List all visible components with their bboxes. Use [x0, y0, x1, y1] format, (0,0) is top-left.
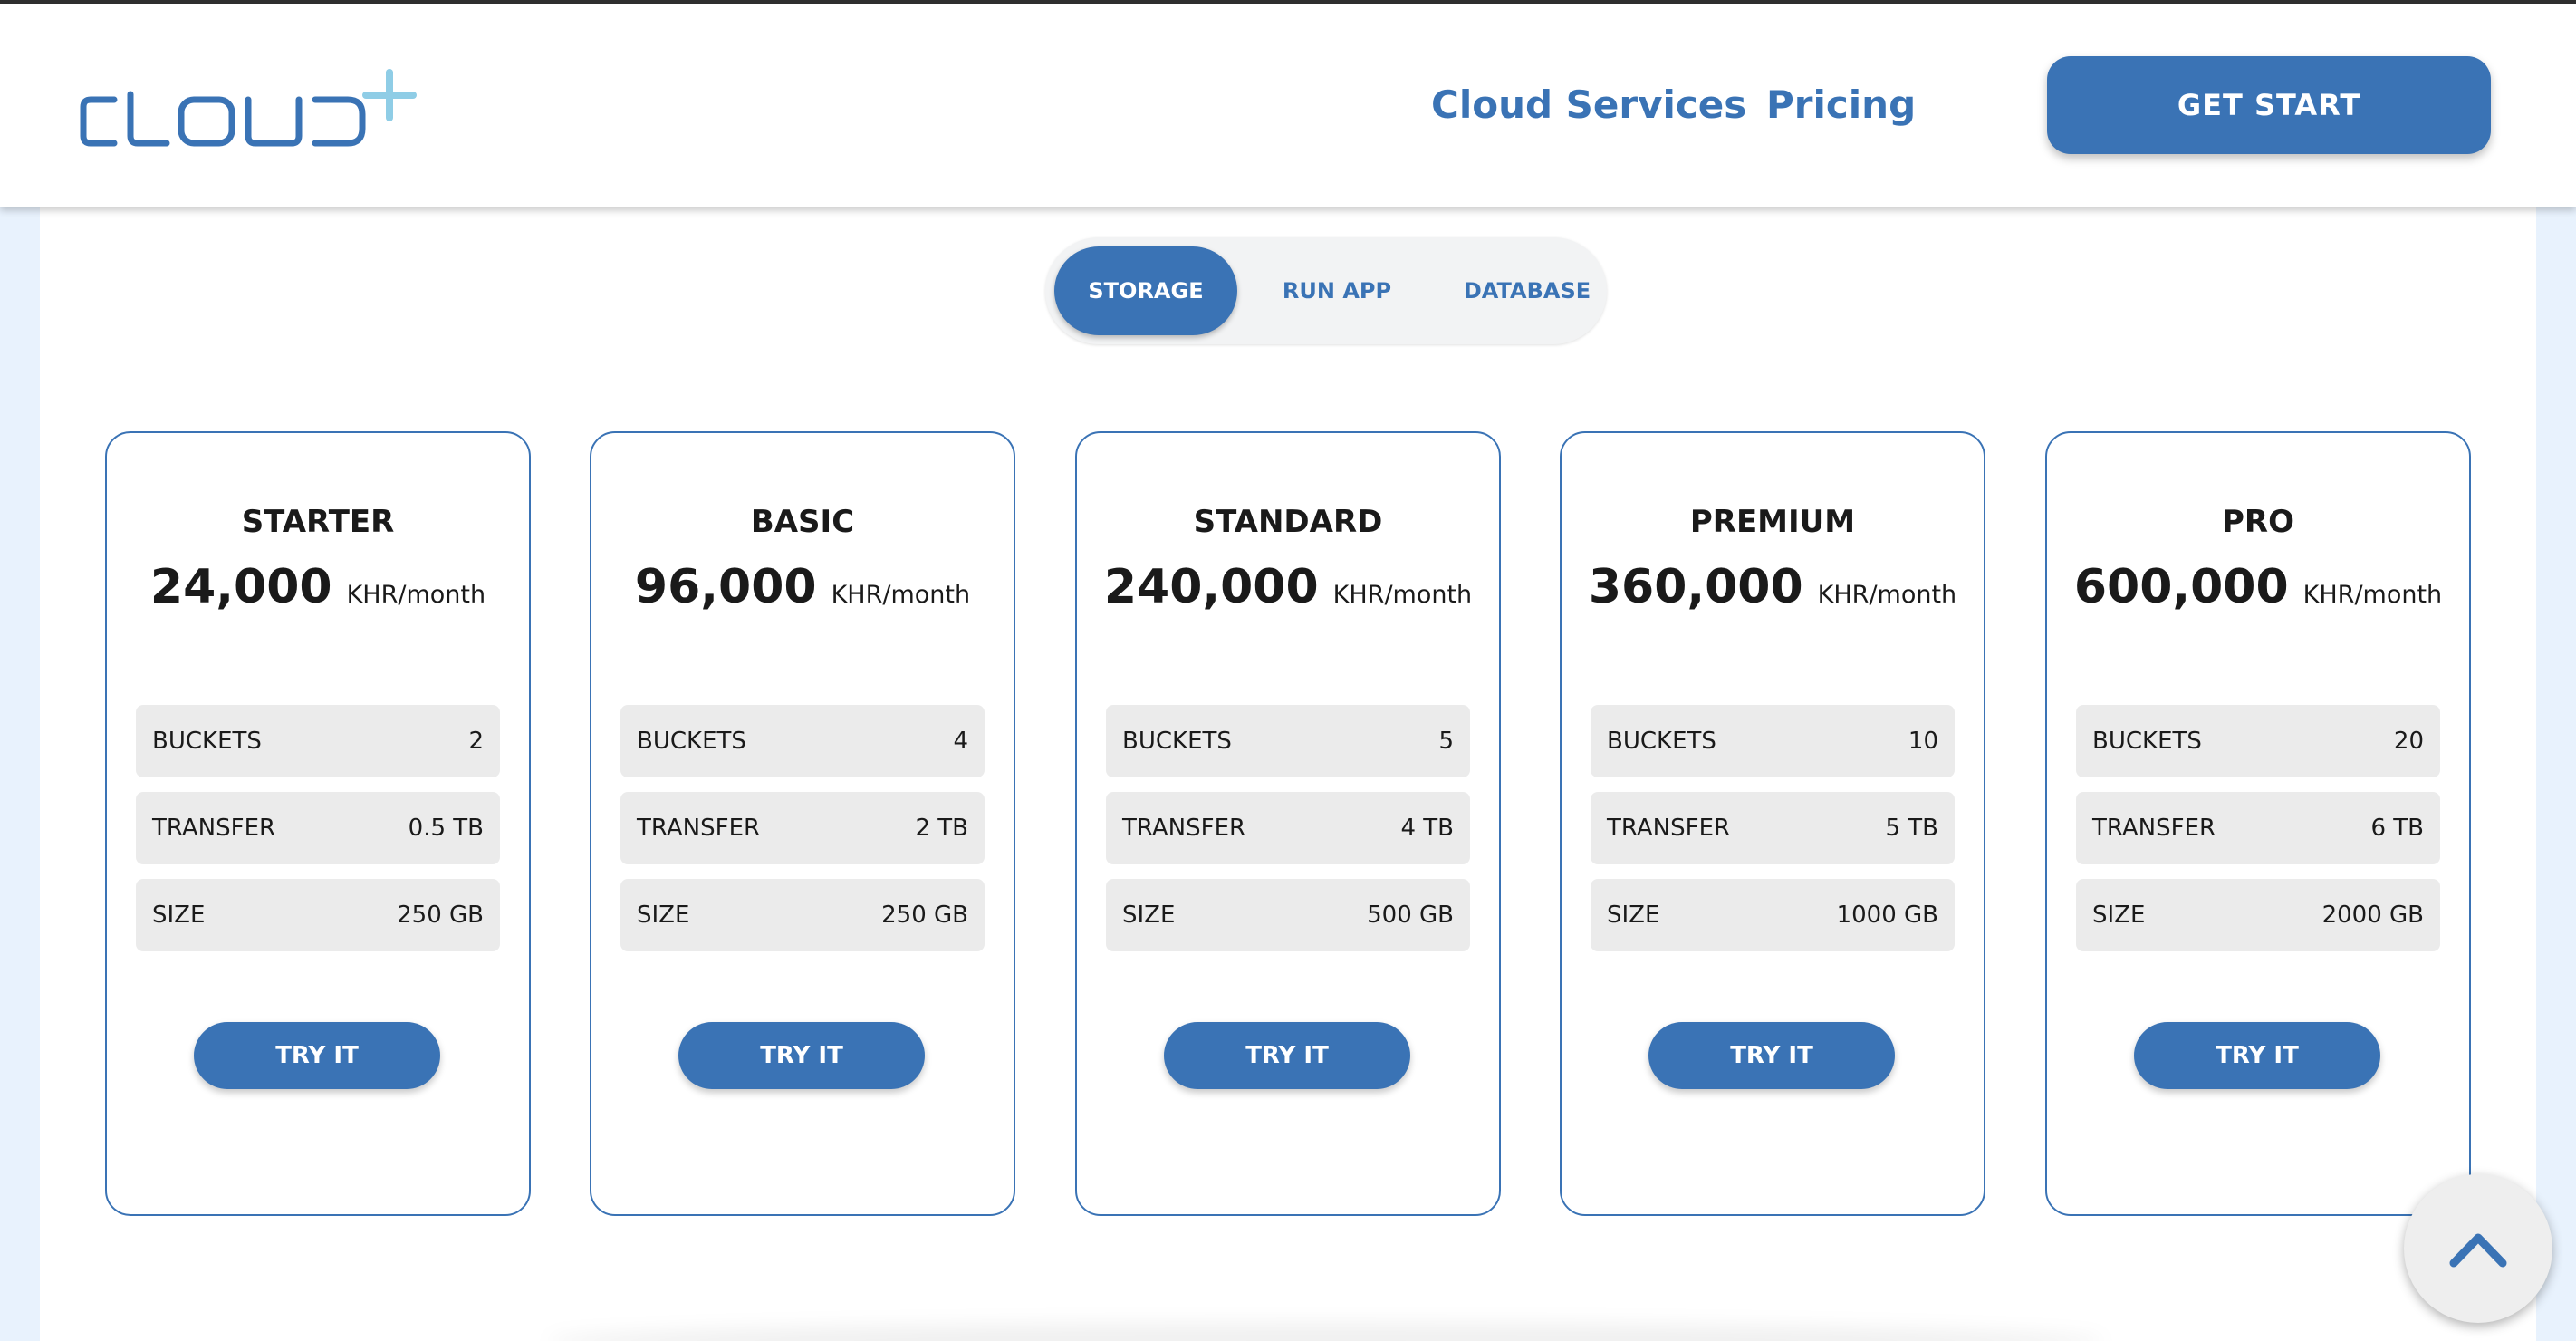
plan-price: 240,000 [1103, 560, 1319, 614]
spec-row-transfer: TRANSFER 6 TB [2076, 792, 2440, 864]
price-line: 24,000 KHR/month [107, 560, 529, 614]
spec-value: 5 [1438, 728, 1454, 755]
site-header: Cloud Services Pricing GET START [0, 4, 2576, 207]
spec-label: BUCKETS [152, 728, 262, 755]
spec-label: TRANSFER [2092, 815, 2216, 842]
plan-name: BASIC [750, 504, 855, 540]
spec-row-transfer: TRANSFER 2 TB [620, 792, 985, 864]
price-line: 600,000 KHR/month [2047, 560, 2469, 614]
price-line: 96,000 KHR/month [591, 560, 1014, 614]
plan-name: PREMIUM [1689, 504, 1856, 540]
spec-row-transfer: TRANSFER 4 TB [1106, 792, 1470, 864]
price-unit: KHR/month [1817, 581, 1957, 609]
spec-value: 1000 GB [1836, 902, 1938, 929]
spec-label: BUCKETS [1122, 728, 1232, 755]
spec-label: BUCKETS [637, 728, 746, 755]
spec-row-size: SIZE 1000 GB [1591, 879, 1955, 951]
cloud-plus-logo [80, 69, 417, 147]
spec-row-size: SIZE 250 GB [620, 879, 985, 951]
spec-label: TRANSFER [152, 815, 276, 842]
category-tabs: STORAGE RUN APP DATABASE [1045, 237, 1607, 344]
price-unit: KHR/month [1332, 581, 1473, 609]
spec-row-size: SIZE 2000 GB [2076, 879, 2440, 951]
spec-label: SIZE [1607, 902, 1660, 929]
plan-price: 96,000 [634, 560, 817, 614]
chevron-up-icon [2449, 1233, 2507, 1268]
try-it-button-basic[interactable]: TRY IT [678, 1022, 925, 1089]
spec-label: TRANSFER [1607, 815, 1731, 842]
spec-value: 0.5 TB [408, 815, 484, 842]
logo[interactable] [78, 67, 449, 158]
spec-label: SIZE [1122, 902, 1176, 929]
spec-row-buckets: BUCKETS 20 [2076, 705, 2440, 777]
get-start-button[interactable]: GET START [2047, 56, 2491, 154]
nav-pricing[interactable]: Pricing [1766, 78, 1916, 132]
price-line: 360,000 KHR/month [1562, 560, 1984, 614]
spec-row-buckets: BUCKETS 4 [620, 705, 985, 777]
spec-value: 2000 GB [2321, 902, 2424, 929]
spec-row-buckets: BUCKETS 2 [136, 705, 500, 777]
spec-row-transfer: TRANSFER 5 TB [1591, 792, 1955, 864]
spec-value: 500 GB [1367, 902, 1454, 929]
spec-value: 250 GB [397, 902, 484, 929]
spec-label: SIZE [152, 902, 206, 929]
plan-cards: STARTER 24,000 KHR/month BUCKETS 2 TRANS… [105, 431, 2514, 1220]
spec-value: 10 [1908, 728, 1938, 755]
plan-price: 600,000 [2073, 560, 2289, 614]
spec-row-size: SIZE 250 GB [136, 879, 500, 951]
spec-value: 2 TB [915, 815, 968, 842]
price-unit: KHR/month [346, 581, 486, 609]
spec-row-transfer: TRANSFER 0.5 TB [136, 792, 500, 864]
plan-price: 360,000 [1588, 560, 1803, 614]
plan-price: 24,000 [149, 560, 332, 614]
pricing-section: STORAGE RUN APP DATABASE STARTER 24,000 … [40, 207, 2536, 1341]
spec-value: 250 GB [881, 902, 968, 929]
spec-value: 6 TB [2370, 815, 2424, 842]
try-it-button-starter[interactable]: TRY IT [194, 1022, 440, 1089]
tab-database[interactable]: DATABASE [1437, 246, 1618, 335]
spec-label: TRANSFER [1122, 815, 1246, 842]
spec-label: SIZE [637, 902, 690, 929]
scroll-to-top-button[interactable] [2404, 1174, 2552, 1323]
spec-value: 4 TB [1400, 815, 1454, 842]
tab-run-app[interactable]: RUN APP [1246, 246, 1427, 335]
plan-card-standard: STANDARD 240,000 KHR/month BUCKETS 5 TRA… [1075, 431, 1501, 1216]
try-it-button-pro[interactable]: TRY IT [2134, 1022, 2380, 1089]
spec-label: BUCKETS [2092, 728, 2202, 755]
try-it-button-premium[interactable]: TRY IT [1648, 1022, 1895, 1089]
price-line: 240,000 KHR/month [1077, 560, 1499, 614]
plan-card-premium: PREMIUM 360,000 KHR/month BUCKETS 10 TRA… [1560, 431, 1985, 1216]
nav-cloud-services[interactable]: Cloud Services [1431, 78, 1746, 132]
plan-name: STANDARD [1193, 504, 1383, 540]
spec-value: 2 [468, 728, 484, 755]
price-unit: KHR/month [2302, 581, 2443, 609]
spec-label: TRANSFER [637, 815, 761, 842]
plan-card-basic: BASIC 96,000 KHR/month BUCKETS 4 TRANSFE… [590, 431, 1015, 1216]
plan-card-starter: STARTER 24,000 KHR/month BUCKETS 2 TRANS… [105, 431, 531, 1216]
spec-label: BUCKETS [1607, 728, 1716, 755]
spec-label: SIZE [2092, 902, 2146, 929]
spec-value: 5 TB [1885, 815, 1938, 842]
spec-row-buckets: BUCKETS 10 [1591, 705, 1955, 777]
try-it-button-standard[interactable]: TRY IT [1164, 1022, 1410, 1089]
next-section-shadow [547, 1323, 2105, 1341]
spec-value: 20 [2393, 728, 2424, 755]
plan-name: STARTER [241, 504, 395, 540]
price-unit: KHR/month [831, 581, 971, 609]
tab-storage[interactable]: STORAGE [1054, 246, 1237, 335]
spec-value: 4 [953, 728, 968, 755]
spec-row-size: SIZE 500 GB [1106, 879, 1470, 951]
spec-row-buckets: BUCKETS 5 [1106, 705, 1470, 777]
plan-name: PRO [2221, 504, 2294, 540]
plan-card-pro: PRO 600,000 KHR/month BUCKETS 20 TRANSFE… [2045, 431, 2471, 1216]
